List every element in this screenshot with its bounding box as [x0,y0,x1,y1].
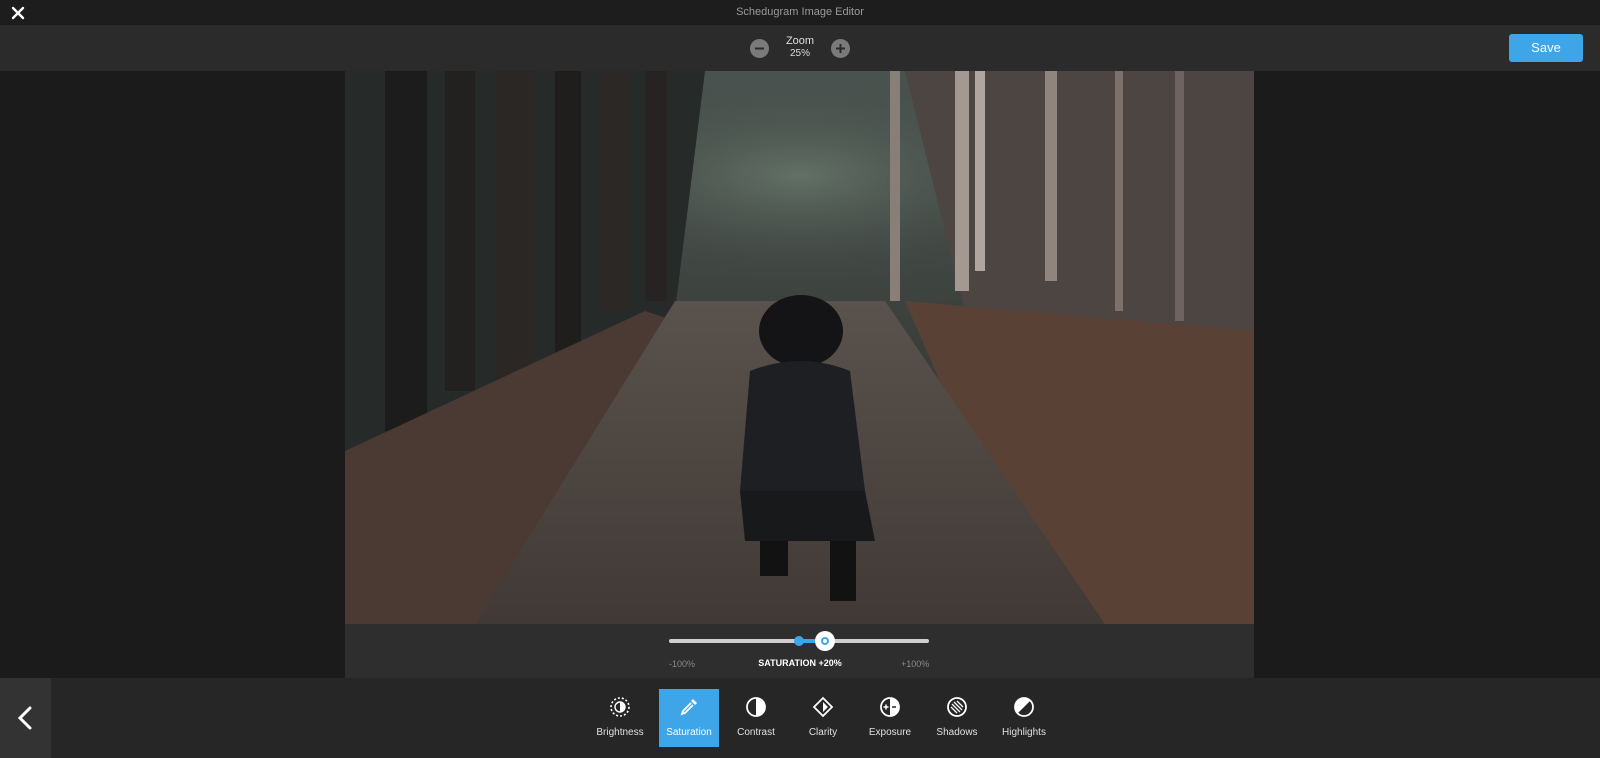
adjustment-slider-panel: -100% SATURATION +20% +100% [345,624,1254,678]
tool-label: Clarity [808,727,838,738]
tool-label: Saturation [666,727,712,738]
contrast-icon [746,697,766,717]
zoom-label: Zoom [785,35,815,47]
slider-max-label: +100% [901,659,930,669]
slider-handle[interactable] [815,631,835,651]
back-button[interactable] [0,678,51,758]
shadows-icon [947,697,967,717]
tool-label: Shadows [936,727,978,738]
tool-saturation[interactable]: Saturation [659,689,719,747]
tool-highlights[interactable]: Highlights [994,689,1054,747]
highlights-icon [1014,697,1034,717]
zoom-in-button[interactable] [831,39,850,58]
zoom-control: Zoom 25% [750,33,850,63]
zoom-value: 25% [789,48,810,59]
plus-icon [836,44,845,53]
save-button[interactable]: Save [1509,34,1583,62]
saturation-dropper-icon [680,699,697,716]
brightness-icon [610,697,630,717]
slider-min-label: -100% [669,659,696,669]
app-title: Schedugram Image Editor [736,6,864,18]
clarity-icon [812,696,834,718]
tool-clarity[interactable]: Clarity [793,689,853,747]
exposure-icon [880,697,900,717]
saturation-slider-track[interactable] [669,631,929,651]
edited-photo [345,71,1254,624]
tool-list: Brightness Saturation Contrast Clarity E… [590,689,1060,747]
slider-value-label: SATURATION +20% [758,658,842,668]
tool-contrast[interactable]: Contrast [726,689,786,747]
tool-exposure[interactable]: Exposure [860,689,920,747]
tool-label: Brightness [596,727,644,738]
tool-label: Exposure [868,727,912,738]
minus-icon [755,47,764,50]
chevron-left-icon [17,706,32,730]
title-bar: Schedugram Image Editor [0,0,1600,25]
tool-brightness[interactable]: Brightness [590,689,650,747]
slider-center-marker [794,636,804,646]
top-toolbar: Zoom 25% Save [0,25,1600,71]
tool-shadows[interactable]: Shadows [927,689,987,747]
tool-label: Highlights [1002,727,1046,738]
zoom-out-button[interactable] [750,39,769,58]
adjustment-toolbar: Brightness Saturation Contrast Clarity E… [0,678,1600,758]
tool-label: Contrast [737,727,775,738]
editor-canvas: -100% SATURATION +20% +100% [0,71,1600,678]
